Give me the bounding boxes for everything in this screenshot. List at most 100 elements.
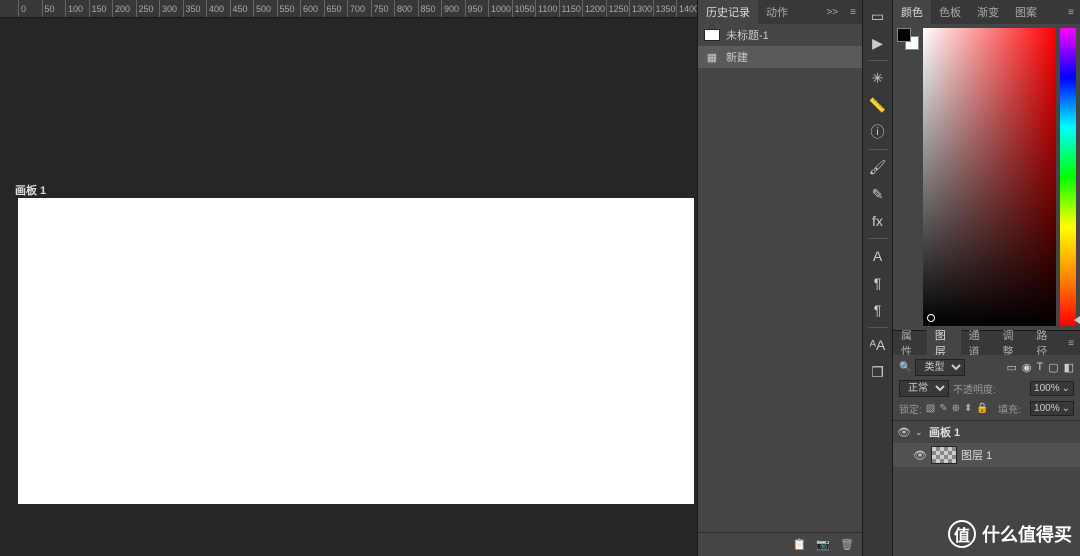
ruler-mark: 100 bbox=[65, 0, 83, 17]
chevron-down-icon[interactable]: ⌄ bbox=[1062, 383, 1070, 394]
doc-thumb-icon bbox=[704, 29, 720, 41]
paragraph-tool[interactable]: ¶ bbox=[866, 271, 890, 295]
layer-row[interactable]: 👁 图层 1 bbox=[893, 443, 1080, 467]
history-footer: 📋 📷 🗑 bbox=[698, 532, 862, 556]
sparkle-tool[interactable]: ✳ bbox=[866, 66, 890, 90]
foreground-swatch[interactable] bbox=[897, 28, 911, 42]
create-doc-icon[interactable]: 📋 bbox=[793, 538, 807, 551]
canvas-viewport[interactable]: 画板 1 bbox=[0, 18, 697, 556]
ruler-mark: 800 bbox=[394, 0, 412, 17]
play-tool[interactable]: ▶ bbox=[866, 31, 890, 55]
ruler-mark: 950 bbox=[465, 0, 483, 17]
lock-option-icon[interactable]: ▨ bbox=[926, 403, 935, 414]
glyph-tool[interactable]: ᴬA bbox=[866, 333, 890, 357]
opacity-label: 不透明度: bbox=[953, 381, 996, 396]
new-doc-icon: ▦ bbox=[704, 50, 720, 64]
ruler-mark: 450 bbox=[230, 0, 248, 17]
ruler-mark: 750 bbox=[371, 0, 389, 17]
lock-option-icon[interactable]: ⬍ bbox=[964, 403, 972, 414]
ruler-mark: 550 bbox=[277, 0, 295, 17]
lock-option-icon[interactable]: ⊕ bbox=[952, 403, 960, 414]
fx-tool[interactable]: fx bbox=[866, 209, 890, 233]
eyedrop-tool[interactable]: ✎ bbox=[866, 182, 890, 206]
lock-option-icon[interactable]: 🔒 bbox=[976, 403, 988, 414]
opacity-value[interactable]: 100%⌄ bbox=[1030, 381, 1074, 396]
ruler-mark: 1150 bbox=[559, 0, 581, 17]
ruler-tool[interactable]: 📏 bbox=[866, 93, 890, 117]
tab-swatches[interactable]: 色板 bbox=[931, 0, 969, 24]
panel-menu-icon[interactable]: ≡ bbox=[1062, 7, 1080, 18]
canvas-area: 0501001502002503003504004505005506006507… bbox=[0, 0, 697, 556]
history-doc-item[interactable]: 未标题-1 bbox=[698, 24, 862, 46]
layer-filter-icon[interactable]: ◧ bbox=[1064, 361, 1074, 374]
trash-icon[interactable]: 🗑 bbox=[840, 538, 854, 551]
ruler-mark: 150 bbox=[89, 0, 107, 17]
snapshot-icon[interactable]: 📷 bbox=[816, 538, 830, 551]
layer-filter-icon[interactable]: T bbox=[1036, 361, 1043, 374]
fill-value[interactable]: 100%⌄ bbox=[1030, 401, 1074, 416]
3d-tool[interactable]: ❒ bbox=[866, 360, 890, 384]
lock-label: 锁定: bbox=[899, 401, 922, 416]
text-tool[interactable]: A bbox=[866, 244, 890, 268]
history-tabs: 历史记录 动作 >> ≡ bbox=[698, 0, 862, 24]
saturation-value-picker[interactable] bbox=[923, 28, 1056, 326]
ruler-mark: 1000 bbox=[488, 0, 511, 17]
artboard-canvas[interactable] bbox=[18, 198, 694, 504]
history-item-label: 新建 bbox=[726, 49, 748, 65]
layer-artboard-row[interactable]: 👁 ⌄ 画板 1 bbox=[893, 421, 1080, 443]
watermark: 值 什么值得买 bbox=[948, 520, 1072, 548]
tab-gradient[interactable]: 渐变 bbox=[969, 0, 1007, 24]
chevron-down-icon[interactable]: ⌄ bbox=[1062, 403, 1070, 414]
para2-tool[interactable]: ¶ bbox=[866, 298, 890, 322]
ruler-mark: 1250 bbox=[606, 0, 629, 17]
expand-toggle[interactable]: ⌄ bbox=[915, 427, 925, 438]
ruler-mark: 350 bbox=[183, 0, 201, 17]
fg-bg-swatch[interactable] bbox=[897, 28, 919, 50]
layer-name[interactable]: 画板 1 bbox=[929, 424, 960, 440]
ruler-mark: 1050 bbox=[512, 0, 535, 17]
ruler-mark: 650 bbox=[324, 0, 342, 17]
ruler-mark: 1200 bbox=[582, 0, 605, 17]
lock-option-icon[interactable]: ✎ bbox=[939, 403, 947, 414]
ruler-mark: 900 bbox=[441, 0, 459, 17]
tab-color[interactable]: 颜色 bbox=[893, 0, 931, 24]
ruler-mark: 500 bbox=[253, 0, 271, 17]
ruler-mark: 300 bbox=[159, 0, 177, 17]
ruler-mark: 200 bbox=[112, 0, 130, 17]
hue-slider[interactable] bbox=[1060, 28, 1076, 326]
panel-menu-icon[interactable]: ≡ bbox=[1062, 338, 1080, 349]
color-panel: 颜色 色板 渐变 图案 ≡ bbox=[893, 0, 1080, 330]
layer-thumbnail[interactable] bbox=[931, 446, 957, 464]
tab-history[interactable]: 历史记录 bbox=[698, 0, 758, 24]
right-panels: 颜色 色板 渐变 图案 ≡ bbox=[892, 0, 1080, 556]
visibility-toggle[interactable]: 👁 bbox=[897, 426, 911, 439]
watermark-text: 什么值得买 bbox=[982, 521, 1072, 547]
tool-strip: ▭ ▶ ✳ 📏 ⓘ 🖌 ✎ fx A ¶ ¶ ᴬA ❒ bbox=[862, 0, 892, 556]
ruler-mark: 700 bbox=[347, 0, 365, 17]
frame-tool[interactable]: ▭ bbox=[866, 4, 890, 28]
ruler-mark: 600 bbox=[300, 0, 318, 17]
history-step-item[interactable]: ▦ 新建 bbox=[698, 46, 862, 68]
layer-filter-icon[interactable]: ▭ bbox=[1006, 361, 1016, 374]
history-item-label: 未标题-1 bbox=[726, 27, 769, 43]
ruler-mark: 50 bbox=[42, 0, 55, 17]
blend-mode-select[interactable]: 正常 bbox=[899, 380, 949, 397]
panel-menu-icon[interactable]: ≡ bbox=[844, 7, 862, 18]
layer-kind-select[interactable]: 类型 bbox=[915, 359, 965, 376]
panel-collapse-icon[interactable]: >> bbox=[820, 7, 844, 18]
brush-tool[interactable]: 🖌 bbox=[866, 155, 890, 179]
watermark-badge-icon: 值 bbox=[948, 520, 976, 548]
horizontal-ruler[interactable]: 0501001502002503003504004505005506006507… bbox=[0, 0, 697, 18]
ruler-mark: 1100 bbox=[535, 0, 557, 17]
ruler-mark: 400 bbox=[206, 0, 224, 17]
ruler-mark: 1300 bbox=[629, 0, 652, 17]
layer-filter-icon[interactable]: ▢ bbox=[1048, 361, 1058, 374]
artboard-label[interactable]: 画板 1 bbox=[15, 182, 46, 198]
hue-cursor-icon bbox=[1074, 316, 1080, 324]
visibility-toggle[interactable]: 👁 bbox=[913, 449, 927, 462]
tab-actions[interactable]: 动作 bbox=[758, 0, 796, 24]
layer-name[interactable]: 图层 1 bbox=[961, 447, 992, 463]
layer-filter-icon[interactable]: ◉ bbox=[1022, 361, 1032, 374]
info-tool[interactable]: ⓘ bbox=[866, 120, 890, 144]
tab-pattern[interactable]: 图案 bbox=[1007, 0, 1045, 24]
